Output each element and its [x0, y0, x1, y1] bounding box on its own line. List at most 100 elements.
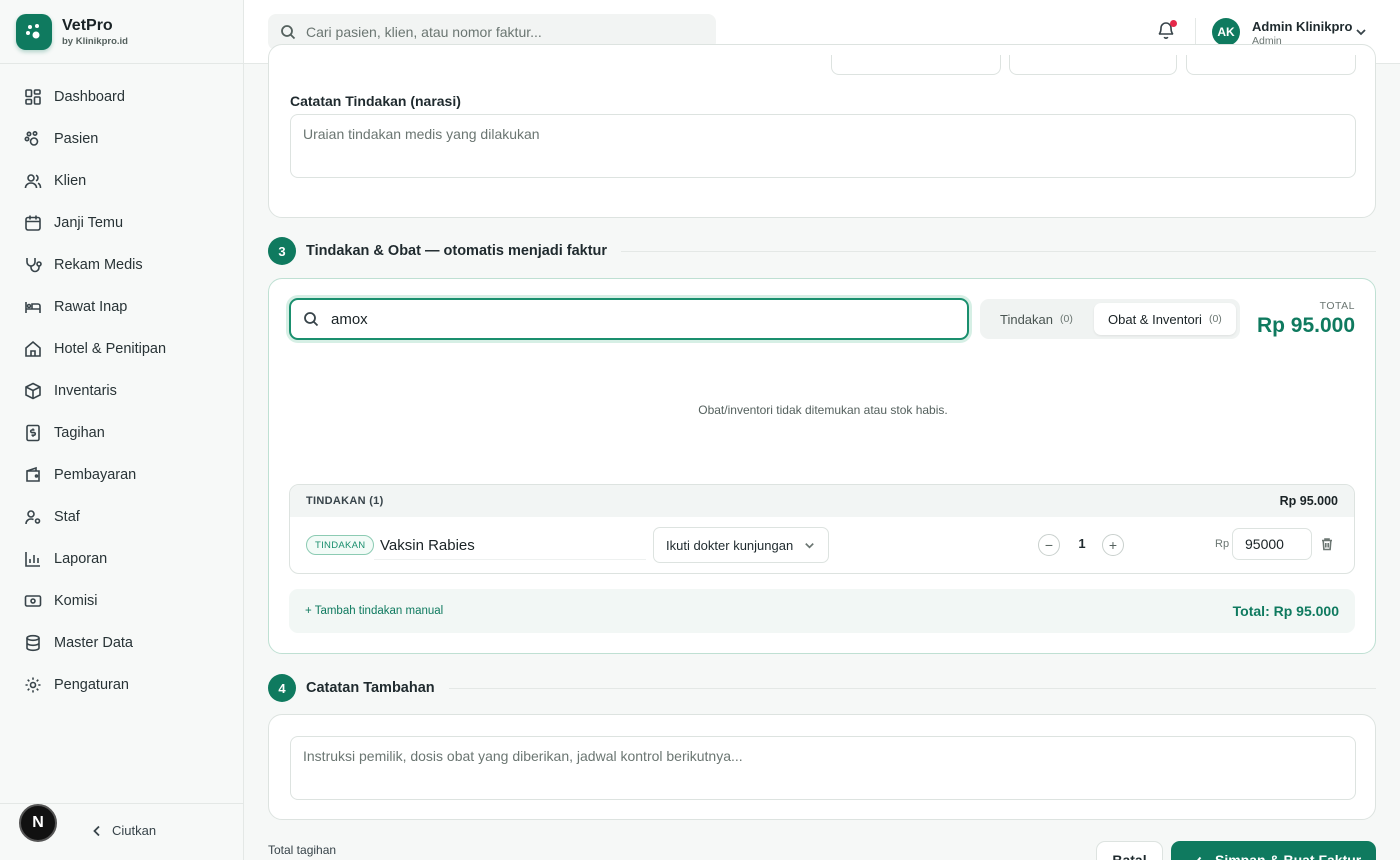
sidebar-item-klien[interactable]: Klien	[0, 160, 243, 202]
brand-name: VetPro	[62, 16, 113, 34]
avatar[interactable]: AK	[1212, 18, 1240, 46]
stethoscope-icon	[26, 258, 42, 273]
section-title: Tindakan & Obat — otomatis menjadi faktu…	[306, 243, 608, 259]
sidebar-item-label: Staf	[54, 509, 80, 525]
field-stub[interactable]	[831, 55, 1001, 75]
sidebar-item-label: Komisi	[54, 593, 98, 609]
additional-notes-textarea[interactable]: Instruksi pemilik, dosis obat yang diber…	[290, 736, 1356, 800]
item-search-input[interactable]: amox	[331, 311, 368, 328]
sidebar-item-rekam-medis[interactable]: Rekam Medis	[0, 244, 243, 286]
sidebar-item-pengaturan[interactable]: Pengaturan	[0, 664, 243, 706]
sidebar-item-label: Hotel & Penitipan	[54, 341, 167, 357]
cancel-button[interactable]: Batal	[1096, 841, 1163, 860]
collapse-button[interactable]: Ciutkan	[90, 823, 156, 838]
sidebar-item-dashboard[interactable]: Dashboard	[0, 76, 243, 118]
sidebar-item-hotel-penitipan[interactable]: Hotel & Penitipan	[0, 328, 243, 370]
user-name: Admin Klinikpro	[1252, 19, 1353, 34]
sidebar-item-pasien[interactable]: Pasien	[0, 118, 243, 160]
user-menu[interactable]: Admin Klinikpro Admin	[1252, 19, 1352, 47]
user-gear-icon	[25, 510, 41, 525]
table-header: TINDAKAN (1) Rp 95.000	[290, 485, 1354, 517]
save-invoice-button[interactable]: Simpan & Buat Faktur	[1171, 841, 1376, 860]
sidebar-item-pembayaran[interactable]: Pembayaran	[0, 454, 243, 496]
sidebar-item-tagihan[interactable]: Tagihan	[0, 412, 243, 454]
sidebar-item-komisi[interactable]: Komisi	[0, 580, 243, 622]
search-input[interactable]	[306, 24, 706, 40]
notification-button[interactable]	[1156, 20, 1178, 42]
sidebar-item-rawat-inap[interactable]: Rawat Inap	[0, 286, 243, 328]
users-icon	[24, 174, 42, 189]
doctor-select[interactable]: Ikuti dokter kunjungan	[653, 527, 829, 563]
sidebar: VetPro by Klinikpro.id Dashboard Pasien …	[0, 0, 244, 860]
section-title: Catatan Tambahan	[306, 680, 435, 696]
section-2-card: Catatan Tindakan (narasi) Uraian tindaka…	[268, 44, 1376, 218]
wallet-icon	[26, 466, 40, 482]
brand[interactable]: VetPro by Klinikpro.id	[0, 0, 243, 64]
notification-dot	[1170, 20, 1177, 27]
search-icon	[281, 25, 296, 40]
paw-icon	[24, 130, 39, 146]
field-stub[interactable]	[1186, 55, 1356, 75]
header-divider	[1195, 18, 1196, 46]
price-input[interactable]	[1232, 528, 1312, 560]
decrement-button[interactable]: −	[1038, 534, 1060, 556]
tab-label: Obat & Inventori	[1108, 311, 1202, 327]
footer-total: Total: Rp 95.000	[1232, 603, 1339, 619]
chevron-down-icon[interactable]	[1354, 25, 1368, 39]
section-4-heading: 4 Catatan Tambahan	[268, 674, 1376, 702]
empty-message: Obat/inventori tidak ditemukan atau stok…	[698, 403, 948, 417]
notes-label: Catatan Tindakan (narasi)	[290, 93, 461, 109]
tab-obat-inventori[interactable]: Obat & Inventori (0)	[1094, 303, 1236, 335]
sidebar-item-label: Klien	[54, 173, 87, 189]
sidebar-item-laporan[interactable]: Laporan	[0, 538, 243, 580]
notes-textarea[interactable]: Uraian tindakan medis yang dilakukan	[290, 114, 1356, 178]
section-4-card: Instruksi pemilik, dosis obat yang diber…	[268, 714, 1376, 820]
box-icon	[25, 382, 41, 400]
sidebar-item-label: Rekam Medis	[54, 257, 143, 273]
field-stub[interactable]	[1009, 55, 1177, 75]
item-search[interactable]: amox	[289, 298, 969, 340]
sidebar-item-master-data[interactable]: Master Data	[0, 622, 243, 664]
sidebar-item-inventaris[interactable]: Inventaris	[0, 370, 243, 412]
database-icon	[26, 634, 40, 652]
type-tag: TINDAKAN	[306, 535, 375, 555]
item-name[interactable]: Vaksin Rabies	[380, 537, 475, 554]
total-label: TOTAL	[1319, 300, 1355, 312]
sidebar-footer: N Ciutkan	[0, 803, 243, 860]
sidebar-item-label: Pengaturan	[54, 677, 129, 693]
sidebar-item-label: Rawat Inap	[54, 299, 128, 315]
check-icon	[1197, 856, 1202, 860]
tab-tindakan[interactable]: Tindakan (0)	[986, 303, 1087, 335]
section-number: 3	[268, 237, 296, 265]
section-3-card: amox Tindakan (0) Obat & Inventori (0) T…	[268, 278, 1376, 654]
minus-icon: −	[1044, 537, 1054, 553]
invoice-icon	[26, 424, 40, 442]
tindakan-table: TINDAKAN (1) Rp 95.000 TINDAKAN Vaksin R…	[289, 484, 1355, 574]
sidebar-nav: Dashboard Pasien Klien Janji Temu Rekam …	[0, 64, 243, 706]
increment-button[interactable]: +	[1102, 534, 1124, 556]
chevron-down-icon	[805, 543, 814, 549]
quantity-value: 1	[1078, 536, 1086, 551]
sidebar-item-staf[interactable]: Staf	[0, 496, 243, 538]
sidebar-item-label: Tagihan	[54, 425, 105, 441]
tab-switcher: Tindakan (0) Obat & Inventori (0)	[980, 299, 1240, 339]
next-badge[interactable]: N	[19, 804, 57, 842]
home-icon	[25, 340, 41, 357]
section-3-footer: + Tambah tindakan manual Total: Rp 95.00…	[289, 589, 1355, 633]
tab-label: Tindakan	[1000, 311, 1053, 327]
bed-icon	[25, 302, 41, 313]
sidebar-item-label: Inventaris	[54, 383, 117, 399]
total-summary: TOTAL Rp 95.000	[1257, 300, 1355, 338]
brand-sub: by Klinikpro.id	[62, 35, 128, 47]
sidebar-item-label: Dashboard	[54, 89, 125, 105]
trash-icon[interactable]	[1320, 537, 1334, 551]
total-tagihan-label: Total tagihan	[268, 843, 337, 857]
banknote-icon	[24, 595, 42, 607]
bar-chart-icon	[25, 552, 40, 567]
collapse-label: Ciutkan	[112, 823, 157, 838]
total-value: Rp 95.000	[1256, 314, 1355, 337]
sidebar-item-janji-temu[interactable]: Janji Temu	[0, 202, 243, 244]
add-manual-link[interactable]: + Tambah tindakan manual	[305, 605, 443, 617]
sidebar-item-label: Laporan	[54, 551, 108, 567]
tab-count: (0)	[1208, 313, 1222, 325]
